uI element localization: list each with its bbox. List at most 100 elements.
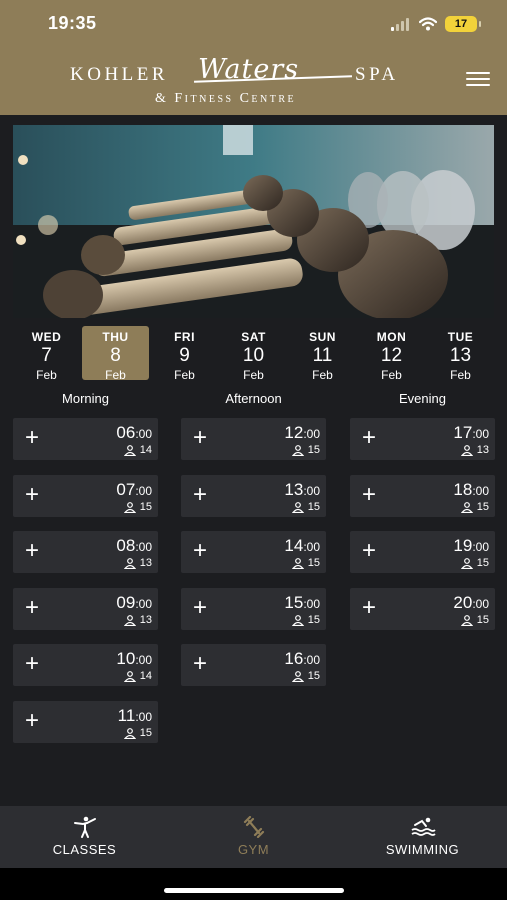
slot-capacity-count: 15 — [139, 501, 152, 513]
date-fri-9[interactable]: FRI 9 Feb — [151, 326, 218, 382]
slot-capacity-count: 15 — [307, 501, 320, 513]
date-tue-13[interactable]: TUE 13 Feb — [427, 326, 494, 382]
home-indicator[interactable] — [164, 888, 344, 893]
slot-capacity: 13 — [460, 444, 489, 456]
date-weekday: WED — [31, 330, 62, 344]
slot-hour: 10 — [116, 649, 136, 668]
date-month: Feb — [312, 368, 333, 382]
add-icon[interactable]: + — [25, 596, 39, 620]
person-icon — [123, 727, 136, 739]
date-thu-8-selected[interactable]: THU 8 Feb — [82, 326, 149, 382]
slot-minutes: :00 — [303, 597, 320, 611]
date-mon-12[interactable]: MON 12 Feb — [358, 326, 425, 382]
slot-hour: 18 — [453, 480, 473, 499]
brand-name-left: KOHLER — [70, 64, 169, 85]
slot-capacity: 15 — [291, 614, 320, 626]
person-icon — [291, 501, 304, 513]
martial-arts-icon — [73, 816, 96, 838]
time-slot[interactable]: +07:00 15 — [13, 475, 158, 517]
time-slot[interactable]: +11:00 15 — [13, 701, 158, 743]
gym-hero-image — [13, 125, 494, 318]
add-icon[interactable]: + — [193, 483, 207, 507]
wifi-icon — [419, 17, 437, 31]
slot-time: 06:00 — [116, 423, 152, 443]
slot-hour: 08 — [116, 536, 136, 555]
add-icon[interactable]: + — [193, 652, 207, 676]
slot-capacity-count: 15 — [307, 557, 320, 569]
date-month: Feb — [174, 368, 195, 382]
slot-capacity-count: 13 — [139, 614, 152, 626]
slot-hour: 20 — [453, 593, 473, 612]
slot-capacity-count: 15 — [476, 501, 489, 513]
status-icons: 17 — [391, 15, 481, 33]
add-icon[interactable]: + — [362, 483, 376, 507]
time-slot[interactable]: +06:00 14 — [13, 418, 158, 460]
slot-time: 20:00 — [453, 593, 489, 613]
date-weekday: SAT — [241, 330, 266, 344]
slot-hour: 12 — [284, 423, 304, 442]
time-slot[interactable]: +09:00 13 — [13, 588, 158, 630]
slot-time: 10:00 — [116, 649, 152, 669]
nav-swimming[interactable]: SWIMMING — [338, 806, 507, 868]
date-day: 9 — [179, 345, 190, 366]
slot-capacity: 15 — [291, 501, 320, 513]
add-icon[interactable]: + — [362, 596, 376, 620]
slot-time: 11:00 — [118, 706, 152, 726]
nav-swimming-label: SWIMMING — [385, 842, 460, 857]
slot-capacity-count: 15 — [476, 614, 489, 626]
time-slot[interactable]: +12:00 15 — [181, 418, 326, 460]
dumbbell-icon — [243, 816, 264, 838]
time-slot[interactable]: +13:00 15 — [181, 475, 326, 517]
slot-minutes: :00 — [472, 597, 489, 611]
time-slot[interactable]: +16:00 15 — [181, 644, 326, 686]
time-slot[interactable]: +19:00 15 — [350, 531, 495, 573]
nav-classes[interactable]: CLASSES — [0, 806, 169, 868]
slot-hour: 15 — [284, 593, 304, 612]
cellular-signal-icon — [391, 18, 409, 31]
slot-minutes: :00 — [303, 427, 320, 441]
time-slot[interactable]: +14:00 15 — [181, 531, 326, 573]
add-icon[interactable]: + — [193, 596, 207, 620]
slot-minutes: :00 — [135, 597, 152, 611]
add-icon[interactable]: + — [25, 483, 39, 507]
add-icon[interactable]: + — [193, 426, 207, 450]
date-wed-7[interactable]: WED 7 Feb — [13, 326, 80, 382]
swimmer-icon — [411, 817, 436, 836]
time-slot[interactable]: +10:00 14 — [13, 644, 158, 686]
time-slot[interactable]: +18:00 15 — [350, 475, 495, 517]
add-icon[interactable]: + — [25, 652, 39, 676]
date-weekday: TUE — [447, 330, 474, 344]
slot-time: 18:00 — [453, 480, 489, 500]
slot-hour: 07 — [116, 480, 136, 499]
person-icon — [123, 501, 136, 513]
date-day: 13 — [449, 345, 472, 366]
date-month: Feb — [450, 368, 471, 382]
time-slot[interactable]: +20:00 15 — [350, 588, 495, 630]
hamburger-menu-icon[interactable] — [466, 72, 490, 90]
add-icon[interactable]: + — [362, 426, 376, 450]
slot-time: 07:00 — [116, 480, 152, 500]
nav-classes-label: CLASSES — [52, 842, 117, 857]
time-slot[interactable]: +08:00 13 — [13, 531, 158, 573]
column-title-afternoon: Afternoon — [225, 391, 282, 406]
slot-minutes: :00 — [303, 653, 320, 667]
slot-capacity-count: 15 — [476, 557, 489, 569]
nav-gym[interactable]: GYM — [169, 806, 338, 868]
date-weekday: MON — [376, 330, 407, 344]
person-icon — [460, 444, 473, 456]
time-slot[interactable]: +17:00 13 — [350, 418, 495, 460]
date-sat-10[interactable]: SAT 10 Feb — [220, 326, 287, 382]
brand-logo: KOHLER SPA Waters & Fitness Centre — [70, 54, 430, 112]
add-icon[interactable]: + — [25, 539, 39, 563]
add-icon[interactable]: + — [362, 539, 376, 563]
add-icon[interactable]: + — [25, 709, 39, 733]
date-sun-11[interactable]: SUN 11 Feb — [289, 326, 356, 382]
slot-capacity: 14 — [123, 670, 152, 682]
dumbbell-rack-illustration — [13, 125, 494, 318]
person-icon — [460, 557, 473, 569]
add-icon[interactable]: + — [193, 539, 207, 563]
add-icon[interactable]: + — [25, 426, 39, 450]
slot-capacity-count: 15 — [139, 727, 152, 739]
time-slot[interactable]: +15:00 15 — [181, 588, 326, 630]
date-selector: WED 7 Feb THU 8 Feb FRI 9 Feb SAT 10 Feb… — [13, 326, 494, 382]
